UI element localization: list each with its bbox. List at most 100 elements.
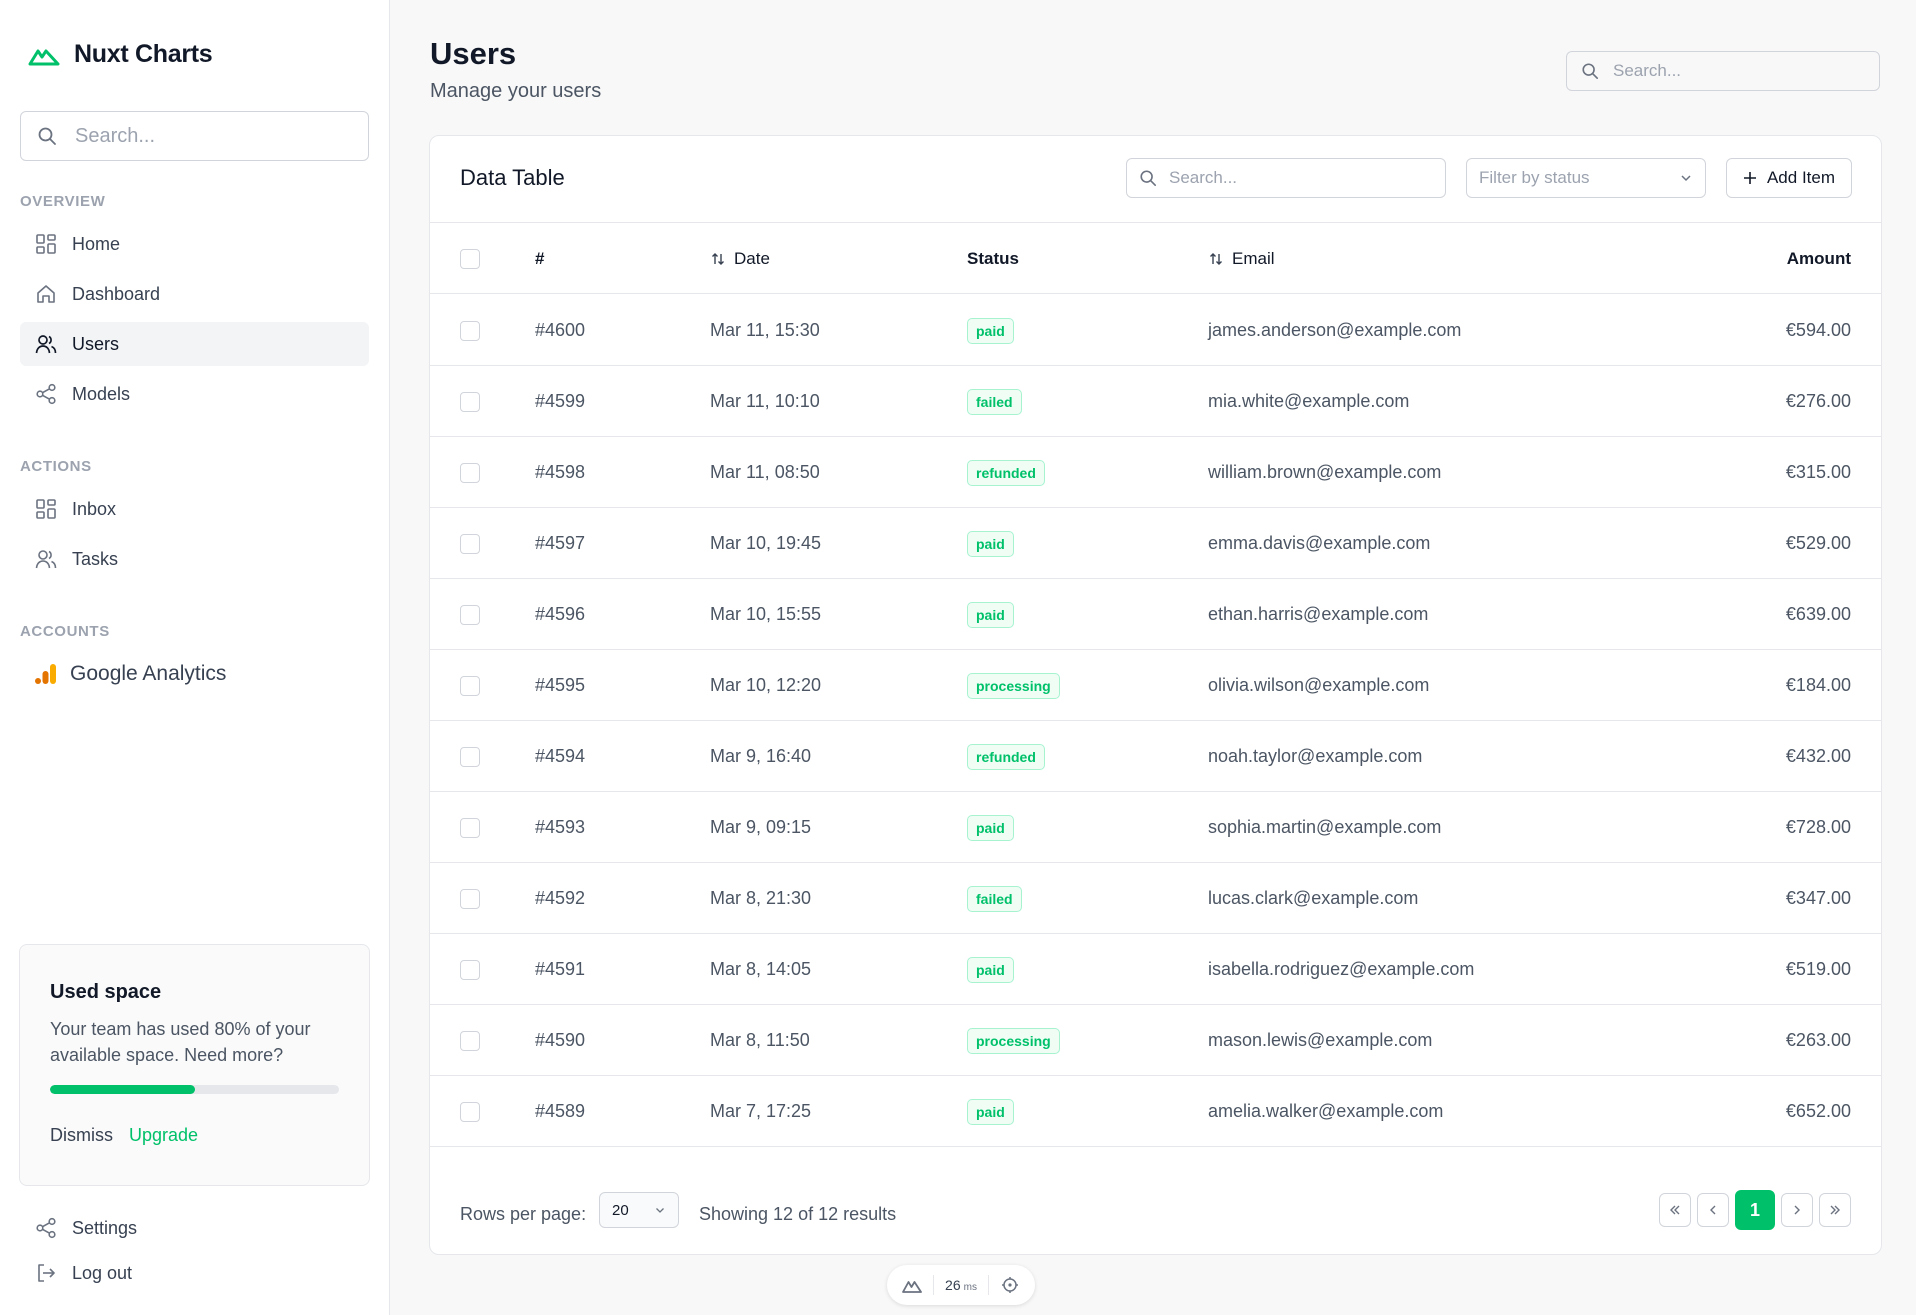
row-checkbox[interactable] — [460, 888, 480, 909]
row-select-cell — [460, 721, 480, 792]
table-row[interactable]: #4591 Mar 8, 14:05 paid isabella.rodriguez@… — [430, 934, 1881, 1005]
sidebar-search-input[interactable] — [75, 124, 335, 148]
sidebar-search[interactable] — [20, 111, 369, 161]
table-row[interactable]: #4596 Mar 10, 15:55 paid ethan.harris@examp… — [430, 579, 1881, 650]
render-time-unit: ms — [963, 1282, 977, 1293]
row-checkbox[interactable] — [460, 604, 480, 625]
cell-id: #4600 — [535, 320, 586, 340]
row-select-cell — [460, 792, 480, 863]
sidebar-item-settings[interactable]: Settings — [20, 1208, 137, 1248]
cell-amount: €639.00 — [1785, 604, 1851, 624]
table-row[interactable]: #4589 Mar 7, 17:25 paid amelia.walker@examp… — [430, 1076, 1881, 1147]
row-checkbox[interactable] — [460, 675, 480, 696]
table-search[interactable] — [1126, 158, 1446, 198]
table-row[interactable]: #4595 Mar 10, 12:20 processing olivia.wilso… — [430, 650, 1881, 721]
cell-amount: €652.00 — [1785, 1101, 1851, 1121]
status-badge: paid — [967, 530, 1014, 557]
page-button-current[interactable]: 1 — [1735, 1190, 1775, 1230]
row-checkbox[interactable] — [460, 533, 480, 554]
cell-email: noah.taylor@example.com — [1208, 746, 1423, 766]
cell-date: Mar 8, 14:05 — [710, 959, 812, 979]
divider — [933, 1275, 935, 1295]
section-label-accounts: ACCOUNTS — [20, 623, 110, 640]
row-select-cell — [460, 863, 480, 934]
row-checkbox[interactable] — [460, 391, 480, 412]
table-row[interactable]: #4594 Mar 9, 16:40 refunded noah.taylor@exa… — [430, 721, 1881, 792]
upgrade-link[interactable]: Upgrade — [129, 1125, 198, 1146]
cell-status: paid — [967, 508, 1014, 579]
chevron-left-icon — [1710, 1205, 1716, 1215]
cell-date: Mar 10, 19:45 — [710, 533, 822, 553]
brand[interactable]: Nuxt Charts — [28, 40, 213, 69]
account-google-analytics[interactable]: Google Analytics — [34, 662, 226, 686]
status-filter-select[interactable]: Filter by status — [1466, 158, 1706, 198]
status-badge: processing — [967, 672, 1060, 699]
table-search-input[interactable] — [1169, 168, 1429, 188]
render-time-value: 26 — [945, 1277, 961, 1293]
table-row[interactable]: #4598 Mar 11, 08:50 refunded william.brown@… — [430, 437, 1881, 508]
table-row[interactable]: #4599 Mar 11, 10:10 failed mia.white@exampl… — [430, 366, 1881, 437]
cell-email: olivia.wilson@example.com — [1208, 675, 1430, 695]
status-badge: paid — [967, 814, 1014, 841]
rows-per-page-label: Rows per page: — [460, 1204, 587, 1224]
cell-status: failed — [967, 863, 1022, 934]
dismiss-button[interactable]: Dismiss — [50, 1125, 113, 1146]
table-row[interactable]: #4592 Mar 8, 21:30 failed lucas.clark@examp… — [430, 863, 1881, 934]
column-header-email[interactable]: Email — [1208, 224, 1275, 294]
used-space-progress — [50, 1085, 339, 1094]
column-header-date[interactable]: Date — [710, 224, 770, 294]
previous-page-button[interactable] — [1697, 1193, 1729, 1227]
cell-amount: €529.00 — [1785, 533, 1851, 553]
table-row[interactable]: #4593 Mar 9, 09:15 paid sophia.martin@examp… — [430, 792, 1881, 863]
table-row[interactable]: #4600 Mar 11, 15:30 paid james.anderson@exa… — [430, 295, 1881, 366]
row-checkbox[interactable] — [460, 817, 480, 838]
chevron-down-icon — [656, 1208, 664, 1213]
cell-status: paid — [967, 934, 1014, 1005]
last-page-button[interactable] — [1819, 1193, 1851, 1227]
row-checkbox[interactable] — [460, 959, 480, 980]
cell-email: isabella.rodriguez@example.com — [1208, 959, 1475, 979]
section-label-overview: OVERVIEW — [20, 193, 106, 210]
row-select-cell — [460, 650, 480, 721]
cell-status: processing — [967, 1005, 1060, 1076]
row-checkbox[interactable] — [460, 746, 480, 767]
crosshair-icon[interactable] — [1000, 1276, 1020, 1294]
cell-date: Mar 8, 21:30 — [710, 888, 812, 908]
select-all-checkbox[interactable] — [460, 249, 480, 269]
sidebar-item-home[interactable]: Home — [20, 222, 369, 266]
status-badge: paid — [967, 1098, 1014, 1125]
cell-id: #4597 — [535, 533, 586, 553]
table-row[interactable]: #4597 Mar 10, 19:45 paid emma.davis@example… — [430, 508, 1881, 579]
plus-icon — [1743, 172, 1756, 184]
search-icon — [1140, 170, 1157, 187]
showing-results: Showing 12 of 12 results — [699, 1204, 897, 1224]
row-checkbox[interactable] — [460, 320, 480, 341]
sidebar-item-users[interactable]: Users — [20, 322, 369, 366]
cell-amount: €347.00 — [1785, 888, 1851, 908]
add-item-button[interactable]: Add Item — [1726, 158, 1852, 198]
status-badge: paid — [967, 956, 1014, 983]
sidebar-item-inbox[interactable]: Inbox — [20, 487, 369, 531]
sidebar-item-tasks[interactable]: Tasks — [20, 537, 369, 581]
table-row[interactable]: #4590 Mar 8, 11:50 processing mason.lewis@e… — [430, 1005, 1881, 1076]
sidebar-item-logout[interactable]: Log out — [20, 1253, 132, 1293]
add-item-label: Add Item — [1766, 168, 1836, 187]
row-checkbox[interactable] — [460, 462, 480, 483]
status-badge: refunded — [967, 743, 1045, 770]
chevrons-left-icon — [1670, 1205, 1680, 1215]
header-search-input[interactable] — [1613, 61, 1853, 81]
cell-date: Mar 9, 16:40 — [710, 746, 812, 766]
sidebar-item-models[interactable]: Models — [20, 372, 369, 416]
row-checkbox[interactable] — [460, 1030, 480, 1051]
next-page-button[interactable] — [1781, 1193, 1813, 1227]
sidebar-item-dashboard[interactable]: Dashboard — [20, 272, 369, 316]
nuxt-devtools-bar[interactable]: 26 ms — [887, 1265, 1035, 1305]
rows-per-page-select[interactable]: 20 — [599, 1192, 679, 1228]
status-badge: paid — [967, 601, 1014, 628]
row-select-cell — [460, 579, 480, 650]
cell-id: #4599 — [535, 391, 586, 411]
row-checkbox[interactable] — [460, 1101, 480, 1122]
cell-status: paid — [967, 792, 1014, 863]
header-search[interactable] — [1566, 51, 1880, 91]
first-page-button[interactable] — [1659, 1193, 1691, 1227]
